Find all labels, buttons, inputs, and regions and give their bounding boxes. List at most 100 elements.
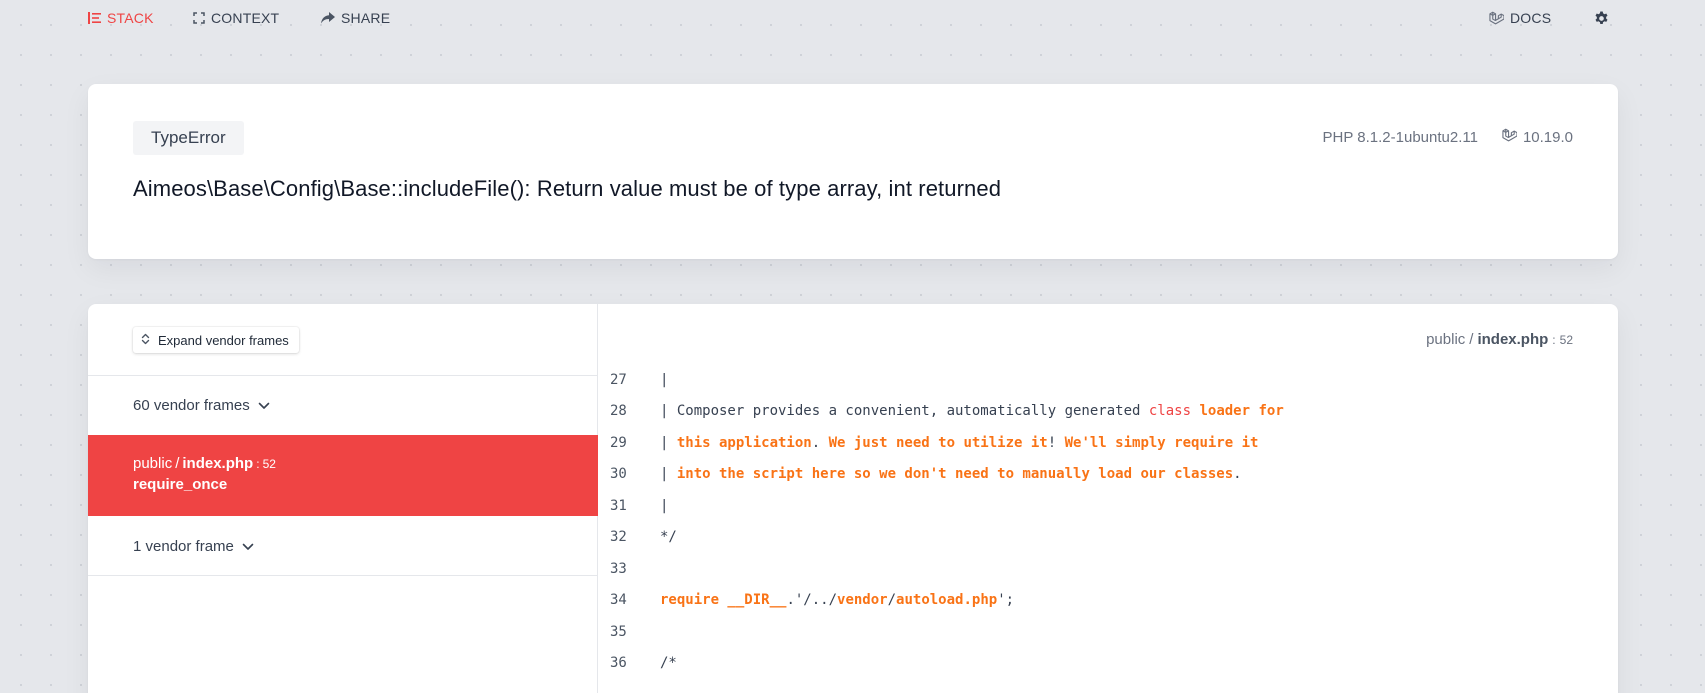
code-text: require __DIR__.'/../vendor/autoload.php… [660, 592, 1014, 608]
exception-type-badge: TypeError [133, 121, 244, 155]
code-token: '; [997, 592, 1015, 609]
chevron-down-icon [242, 538, 254, 555]
code-colon: : [1552, 333, 1556, 347]
expand-vendor-frames-button[interactable]: Expand vendor frames [133, 327, 299, 353]
code-token: */ [660, 529, 677, 546]
line-number: 32 [610, 529, 627, 546]
vendor-frames-group-bottom[interactable]: 1 vendor frame [88, 517, 598, 575]
frame-line-ref: :52 [256, 457, 276, 471]
nav-share-label: SHARE [341, 10, 391, 26]
code-token: We just need to utilize it [828, 434, 1048, 451]
stack-icon [88, 12, 101, 24]
code-text: | [660, 498, 668, 514]
top-nav: STACK CONTEXT SHARE DOCS [0, 0, 1705, 36]
code-text: | Composer provides a convenient, automa… [660, 403, 1284, 419]
line-number: 29 [610, 434, 627, 451]
code-line[interactable]: 35 [598, 616, 1618, 648]
code-token: | [660, 497, 669, 514]
code-file-reference[interactable]: public / index.php :52 [1426, 331, 1573, 348]
code-token: autoload.php [896, 592, 998, 609]
exception-message: Aimeos\Base\Config\Base::includeFile(): … [133, 176, 1002, 201]
frame-colon: : [256, 457, 260, 471]
frame-dir: public [133, 455, 173, 472]
frame-line-number: 52 [262, 457, 276, 471]
nav-stack-label: STACK [107, 10, 154, 26]
laravel-icon [1489, 11, 1504, 26]
docs-link[interactable]: DOCS [1489, 0, 1551, 36]
docs-label: DOCS [1510, 10, 1552, 26]
chevron-down-icon [258, 397, 270, 414]
line-number: 31 [610, 497, 627, 514]
nav-context-tab[interactable]: CONTEXT [193, 0, 279, 36]
stack-trace-card: Expand vendor frames 60 vendor frames pu… [88, 304, 1618, 693]
code-text: | into the script here so we don't need … [660, 466, 1242, 482]
code-token: | Composer provides a convenient, automa… [660, 403, 1149, 420]
code-line[interactable]: 36 /* [598, 648, 1618, 680]
frames-panel: Expand vendor frames 60 vendor frames pu… [88, 304, 598, 693]
code-line[interactable]: 27 | [598, 364, 1618, 396]
line-number: 28 [610, 403, 627, 420]
code-line[interactable]: 30 | into the script here so we don't nee… [598, 459, 1618, 491]
code-token: this application [676, 434, 812, 451]
code-line[interactable]: 28 | Composer provides a convenient, auto… [598, 396, 1618, 428]
code-line-number: 52 [1559, 333, 1573, 347]
php-version: PHP 8.1.2-1ubuntu2.11 [1322, 129, 1478, 146]
nav-share-tab[interactable]: SHARE [321, 0, 390, 36]
selected-stack-frame[interactable]: public / index.php :52 require_once [88, 435, 598, 516]
code-token: | [660, 434, 677, 451]
line-number: 35 [610, 623, 627, 640]
exception-header-card: TypeError PHP 8.1.2-1ubuntu2.11 10.19.0 … [88, 84, 1618, 259]
expand-vendor-frames-label: Expand vendor frames [158, 332, 289, 348]
line-number: 33 [610, 560, 627, 577]
chevron-up-down-icon [141, 333, 150, 348]
code-file-dir: public [1426, 331, 1466, 348]
code-line-ref: :52 [1552, 333, 1573, 347]
code-token: /* [660, 655, 677, 672]
code-token: class [1148, 403, 1192, 420]
frame-method: require_once [133, 476, 228, 493]
code-line[interactable]: 31 | [598, 490, 1618, 522]
line-number: 30 [610, 466, 627, 483]
code-token: require __DIR__ [660, 592, 787, 609]
nav-context-label: CONTEXT [211, 10, 280, 26]
settings-button[interactable] [1594, 0, 1609, 36]
code-file-name: index.php [1477, 331, 1549, 348]
code-text: | [660, 372, 677, 388]
divider [88, 575, 598, 576]
code-line[interactable]: 29 | this application. We just need to ut… [598, 427, 1618, 459]
code-line[interactable]: 34 require __DIR__.'/../vendor/autoload.p… [598, 585, 1618, 617]
gear-icon [1594, 10, 1609, 26]
code-token: / [887, 592, 897, 609]
code-token: ! [1047, 434, 1065, 451]
code-line[interactable]: 32 */ [598, 522, 1618, 554]
code-token: loader for [1199, 403, 1284, 420]
frame-path-separator: / [175, 455, 180, 472]
code-text: */ [660, 529, 677, 545]
code-token: into the script here so we don't need to… [676, 466, 1234, 483]
code-token: | [660, 371, 677, 388]
code-token: . [811, 434, 829, 451]
laravel-version-group: 10.19.0 [1502, 128, 1573, 147]
vendor-frames-label: 60 vendor frames [133, 397, 250, 414]
expand-icon [193, 12, 205, 24]
laravel-icon [1502, 128, 1518, 147]
code-line[interactable]: 33 [598, 553, 1618, 585]
frame-file-name: index.php [182, 455, 254, 472]
code-snippet: 27 | 28 | Composer provides a convenient, … [598, 364, 1618, 679]
code-token: . [1233, 466, 1242, 483]
code-text: /* [660, 655, 677, 671]
frame-file-path: public / index.php :52 [133, 455, 553, 472]
code-token: vendor [837, 592, 888, 609]
code-path-separator: / [1469, 331, 1474, 348]
code-token: .'/../ [786, 592, 838, 609]
line-number: 36 [610, 655, 627, 672]
code-text: | this application. We just need to util… [660, 435, 1258, 451]
vendor-frames-group-top[interactable]: 60 vendor frames [88, 376, 598, 435]
code-panel: public / index.php :52 27 | 28 | Composer … [598, 304, 1618, 693]
code-token: We'll simply require it [1064, 434, 1259, 451]
share-icon [321, 12, 335, 24]
vendor-frame-label: 1 vendor frame [133, 537, 234, 555]
nav-stack-tab[interactable]: STACK [88, 0, 154, 36]
laravel-version: 10.19.0 [1522, 129, 1573, 146]
code-token: | [660, 466, 677, 483]
